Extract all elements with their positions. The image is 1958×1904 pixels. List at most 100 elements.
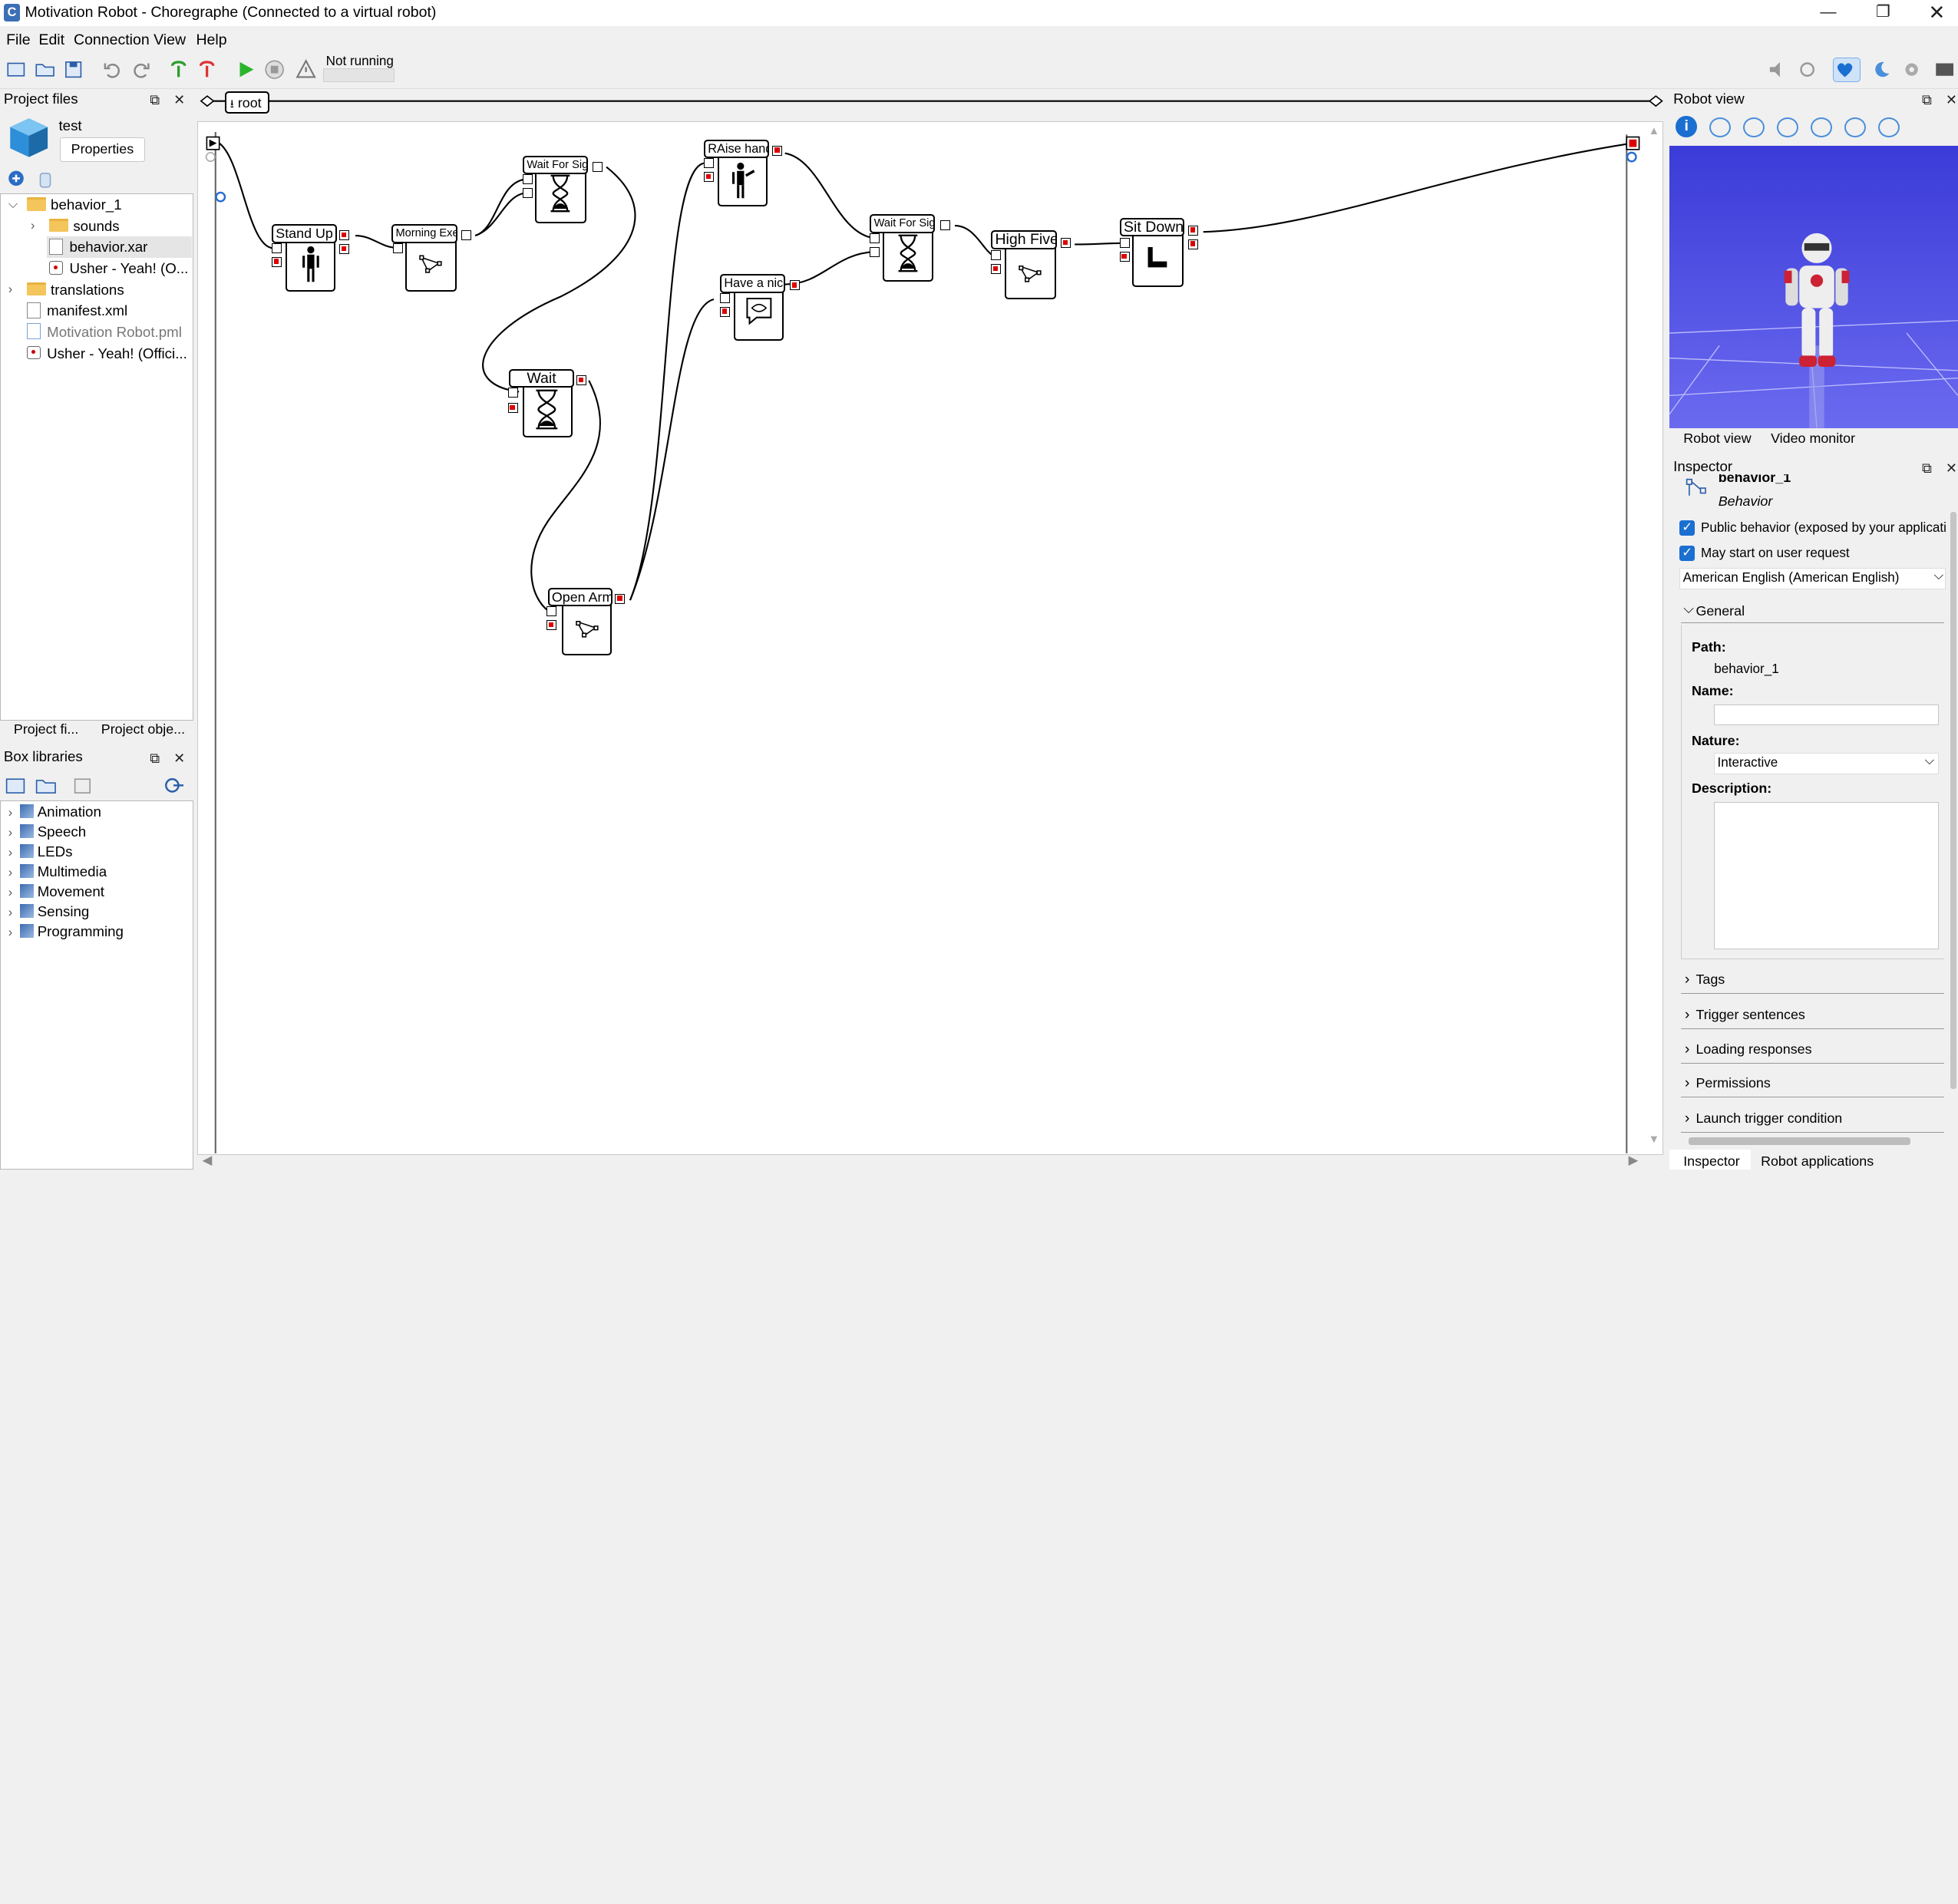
zoom-out-icon[interactable] (1777, 117, 1798, 137)
onstart-input-port[interactable] (507, 388, 518, 398)
close-panel-icon[interactable]: ✕ (1946, 458, 1957, 478)
output-port[interactable] (1061, 238, 1071, 249)
new-project-icon[interactable] (5, 58, 28, 81)
float-panel-icon[interactable]: ⧉ (150, 90, 160, 110)
info-icon[interactable]: i (1676, 116, 1698, 137)
canvas-horizontal-scrollbar[interactable]: ◀ ▶ (197, 1153, 1663, 1167)
output-port[interactable] (790, 280, 801, 291)
onstop-input-port[interactable] (991, 264, 1002, 275)
zoom-in-icon[interactable] (1743, 117, 1765, 137)
onstart-input-port[interactable] (546, 606, 556, 617)
failure-output-port[interactable] (1188, 239, 1199, 249)
volume-icon[interactable] (1766, 58, 1788, 81)
tree-item-pml[interactable]: Motivation Robot.pml (27, 322, 182, 343)
signal-input-port[interactable] (870, 246, 880, 257)
onstop-input-port[interactable] (720, 306, 731, 317)
onstart-input-port[interactable] (703, 157, 714, 168)
flow-diagram-canvas[interactable]: Stand Up Morning Exe Wait For Sig Wait O… (197, 120, 1664, 1155)
canvas-vertical-scrollbar[interactable]: ▲ ▼ (1649, 125, 1661, 1149)
redo-icon[interactable] (130, 58, 152, 81)
connect-icon[interactable] (167, 58, 190, 81)
library-item-movement[interactable]: › Movement (8, 881, 104, 903)
search-library-icon[interactable] (163, 775, 185, 794)
open-library-icon[interactable] (35, 775, 57, 794)
warning-icon[interactable] (295, 58, 317, 81)
output-port[interactable] (939, 220, 950, 231)
library-view-icon[interactable] (74, 775, 95, 794)
onstart-input-port[interactable] (1119, 238, 1130, 249)
reset-view-icon[interactable] (1811, 117, 1832, 137)
loading-responses-section[interactable]: Loading responses (1680, 1036, 1945, 1064)
success-output-port[interactable] (338, 230, 349, 241)
library-item-programming[interactable]: › Programming (8, 921, 124, 942)
onstart-input-port[interactable] (272, 243, 282, 253)
library-item-speech[interactable]: › Speech (8, 821, 86, 843)
close-panel-icon[interactable]: ✕ (1946, 90, 1957, 110)
tab-robot-view[interactable]: Robot view (1683, 431, 1751, 447)
onstart-input-port[interactable] (991, 250, 1002, 261)
library-item-leds[interactable]: › LEDs (8, 841, 73, 863)
language-select[interactable]: American English (American English) ⌵ (1679, 568, 1946, 589)
chevron-right-icon[interactable]: › (31, 216, 35, 237)
tree-item-sounds[interactable]: › sounds (1, 216, 192, 237)
rotate-view-icon[interactable] (1844, 117, 1866, 137)
chevron-down-icon[interactable]: ⌵ (8, 194, 18, 216)
close-icon[interactable]: ✕ (1908, 0, 1958, 26)
float-panel-icon[interactable]: ⧉ (150, 748, 160, 768)
onstart-input-port[interactable] (392, 243, 403, 253)
autonomous-life-icon[interactable] (1833, 57, 1861, 83)
root-breadcrumb-item[interactable]: ⭳ root (224, 91, 270, 114)
output-port[interactable] (576, 375, 587, 386)
scroll-down-icon[interactable]: ▼ (1649, 1133, 1659, 1146)
onstop-input-port[interactable] (1119, 252, 1130, 262)
launch-trigger-section[interactable]: Launch trigger condition (1680, 1105, 1945, 1133)
library-item-multimedia[interactable]: › Multimedia (8, 861, 107, 883)
output-port[interactable] (593, 161, 603, 172)
close-panel-icon[interactable]: ✕ (173, 90, 185, 110)
onstop-input-port[interactable] (272, 256, 282, 267)
chevron-right-icon[interactable]: › (8, 279, 12, 301)
signal-input-port[interactable] (870, 233, 880, 243)
float-panel-icon[interactable]: ⧉ (1922, 458, 1932, 478)
onstop-input-port[interactable] (507, 402, 518, 413)
minimize-icon[interactable]: — (1800, 0, 1857, 26)
name-input[interactable] (1714, 704, 1940, 726)
stop-icon[interactable] (263, 58, 286, 81)
menu-view[interactable]: View (154, 31, 186, 49)
robot-3d-view[interactable] (1669, 146, 1958, 429)
library-item-sensing[interactable]: › Sensing (8, 901, 90, 922)
open-project-icon[interactable] (34, 58, 56, 81)
output-port[interactable] (772, 145, 783, 156)
general-section-header[interactable]: ⌵ General (1680, 597, 1945, 623)
tab-project-objects[interactable]: Project obje... (101, 721, 185, 738)
trigger-sentences-section[interactable]: Trigger sentences (1680, 1001, 1945, 1029)
tree-item-behavior-xar[interactable]: behavior.xar (47, 236, 192, 259)
add-file-icon[interactable] (6, 170, 28, 190)
rest-icon[interactable] (1871, 58, 1893, 81)
public-behavior-checkbox[interactable]: ✓ (1679, 520, 1695, 536)
animation-mode-icon[interactable] (1796, 58, 1818, 81)
menu-edit[interactable]: Edit (38, 31, 64, 49)
tab-video-monitor[interactable]: Video monitor (1771, 431, 1855, 447)
close-panel-icon[interactable]: ✕ (173, 748, 185, 768)
onstop-input-port[interactable] (703, 171, 714, 182)
tree-item-behavior-1[interactable]: ⌵ behavior_1 (1, 194, 192, 216)
may-start-checkbox[interactable]: ✓ (1679, 545, 1695, 561)
tree-item-usher[interactable]: Usher - Yeah! (Offici... (27, 343, 192, 365)
tab-inspector[interactable]: Inspector (1669, 1150, 1752, 1170)
undo-icon[interactable] (101, 58, 124, 81)
signal-input-port[interactable] (523, 188, 533, 199)
tags-section[interactable]: Tags (1680, 966, 1945, 994)
permissions-section[interactable]: Permissions (1680, 1070, 1945, 1097)
settings-icon[interactable] (1900, 58, 1923, 81)
tab-project-files[interactable]: Project fi... (14, 721, 78, 738)
tree-item-usher-nested[interactable]: Usher - Yeah! (O... (49, 258, 191, 279)
description-textarea[interactable] (1714, 801, 1940, 949)
tree-item-manifest[interactable]: manifest.xml (27, 300, 127, 322)
camera-view-icon[interactable] (1709, 117, 1731, 137)
signal-input-port[interactable] (523, 174, 533, 185)
tab-robot-applications[interactable]: Robot applications (1761, 1153, 1874, 1170)
battery-icon[interactable] (1933, 58, 1956, 81)
scroll-up-icon[interactable]: ▲ (1649, 125, 1659, 137)
menu-help[interactable]: Help (196, 31, 226, 49)
